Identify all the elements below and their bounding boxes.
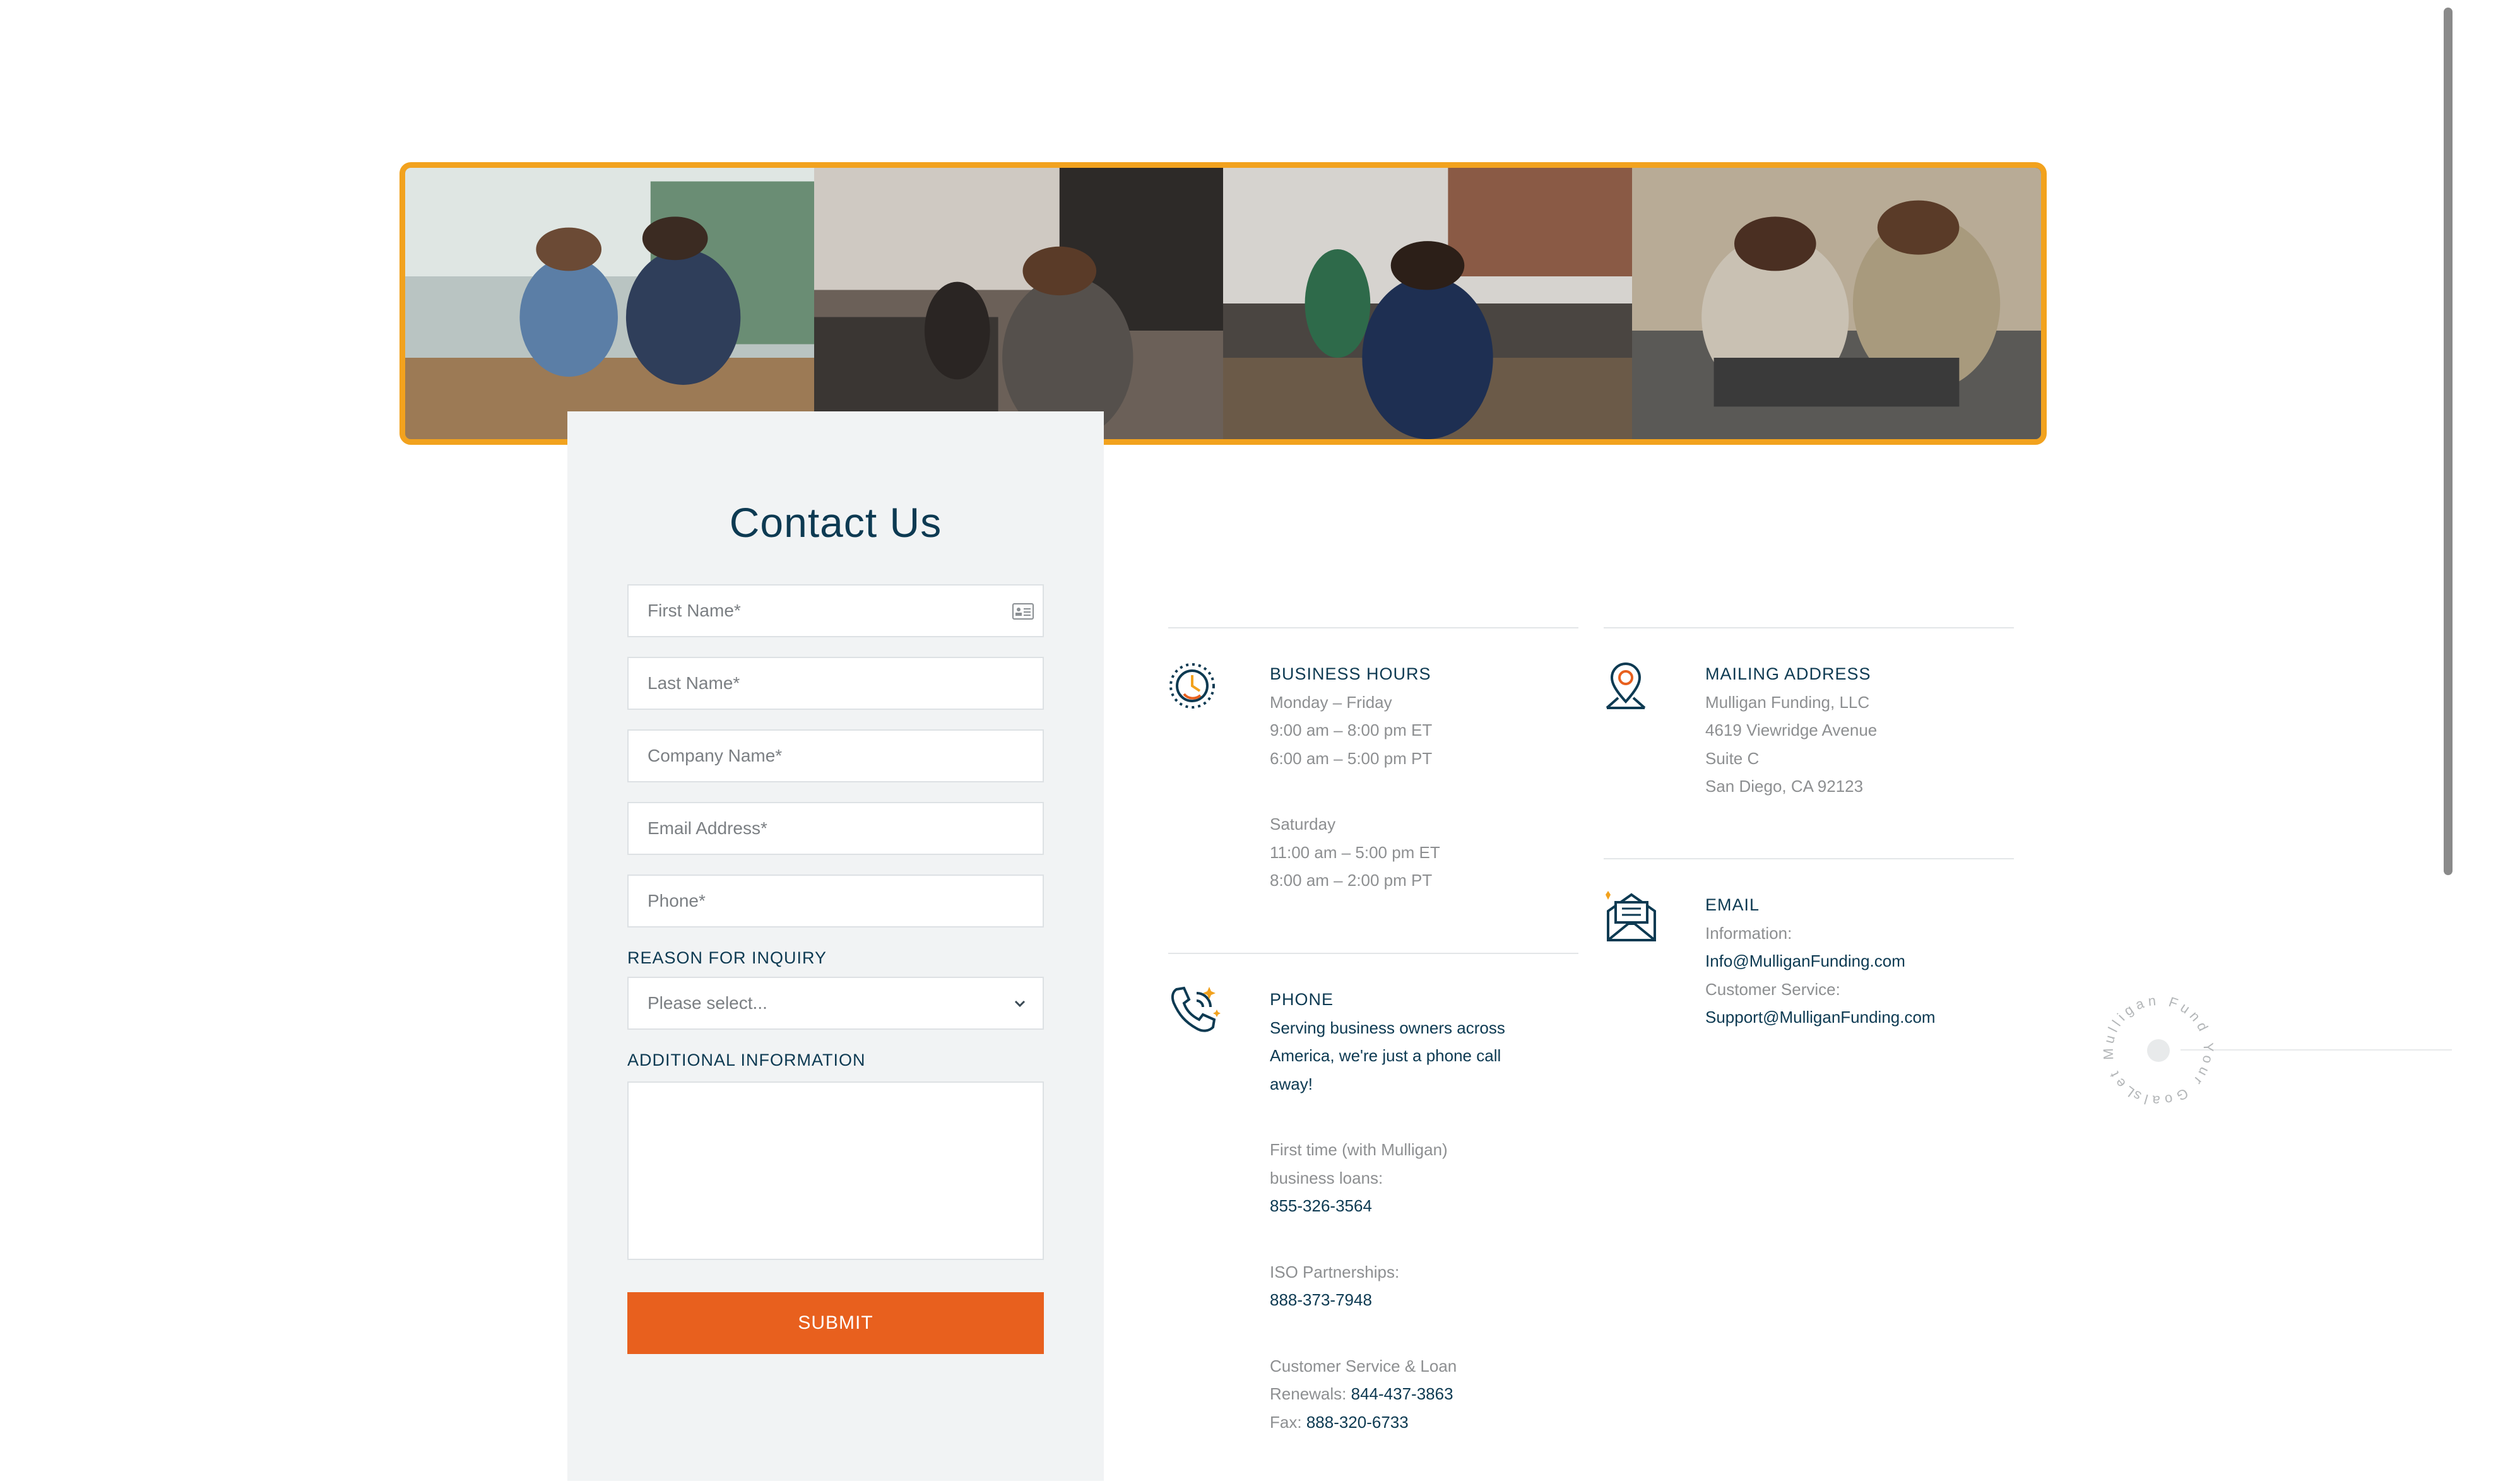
divider-mailing-top (1604, 627, 2014, 628)
reason-select-value: Please select... (648, 993, 767, 1013)
iso-label: ISO Partnerships: (1270, 1262, 1400, 1281)
last-name-field[interactable] (627, 657, 1044, 710)
fax-label: Fax: (1270, 1412, 1302, 1432)
hours-weekday-pt: 6:00 am – 5:00 pm PT (1270, 748, 1433, 768)
last-name-input[interactable] (648, 658, 1001, 709)
customer-service-phone-link[interactable]: 844-437-3863 (1351, 1384, 1453, 1403)
email-info-label: Information: (1705, 923, 1792, 943)
hours-saturday-pt: 8:00 am – 2:00 pm PT (1270, 871, 1433, 890)
hours-saturday: Saturday (1270, 815, 1336, 833)
phone-field[interactable] (627, 874, 1044, 928)
phone-heading: PHONE (1270, 990, 1334, 1009)
chevron-down-icon (1014, 1000, 1026, 1008)
email-input[interactable] (648, 803, 1001, 854)
fax-line: Fax: 888-320-6733 (1270, 1408, 1505, 1437)
clock-icon (1169, 663, 1215, 709)
envelope-icon (1606, 891, 1656, 941)
contact-form: Contact Us REASON FOR INQUIRY Please sel… (567, 411, 1104, 1481)
phone-input[interactable] (648, 876, 1001, 926)
banner-photo-cafe-owner (1223, 168, 1632, 439)
contact-card-icon (1012, 603, 1034, 620)
hours-weekday-et: 9:00 am – 8:00 pm ET (1270, 721, 1433, 739)
form-title: Contact Us (729, 499, 942, 546)
banner-photo-barista (814, 168, 1223, 439)
renewals-line: Renewals: 844-437-3863 (1270, 1380, 1505, 1408)
hours-saturday-et: 11:00 am – 5:00 pm ET (1270, 842, 1440, 862)
divider-phone-top (1168, 953, 1578, 954)
submit-button[interactable]: SUBMIT (627, 1292, 1044, 1354)
email-field[interactable] (627, 802, 1044, 855)
phone-icon (1171, 986, 1221, 1032)
additional-info-label: ADDITIONAL INFORMATION (627, 1051, 866, 1069)
location-pin-icon (1606, 662, 1646, 709)
fax-number[interactable]: 888-320-6733 (1306, 1413, 1409, 1432)
hero-banner (399, 162, 2047, 445)
mailing-address-heading: MAILING ADDRESS (1705, 664, 1871, 683)
hours-weekday: Monday – Friday (1270, 692, 1392, 712)
company-name-field[interactable] (627, 729, 1044, 782)
first-time-label-line1: First time (with Mulligan) (1270, 1140, 1448, 1159)
reason-select[interactable]: Please select... (627, 977, 1044, 1030)
scrollbar-thumb[interactable] (2444, 8, 2453, 875)
mailing-city: San Diego, CA 92123 (1705, 777, 1864, 796)
iso-phone-link[interactable]: 888-373-7948 (1270, 1286, 1505, 1314)
phone-tagline-line2: America, we're just a phone call (1270, 1046, 1501, 1065)
mailing-address-block: MAILING ADDRESS Mulligan Funding, LLC 46… (1705, 660, 1877, 801)
mailing-suite: Suite C (1705, 748, 1760, 768)
first-time-phone-link[interactable]: 855-326-3564 (1270, 1192, 1505, 1220)
additional-info-textarea[interactable] (627, 1081, 1044, 1260)
email-info-link[interactable]: Info@MulliganFunding.com (1705, 947, 1936, 975)
rotating-badge: Let Mulligan Fund Your Goals (2089, 981, 2228, 1120)
first-name-input[interactable] (648, 586, 1001, 636)
email-cs-link[interactable]: Support@MulliganFunding.com (1705, 1003, 1936, 1032)
reason-label: REASON FOR INQUIRY (627, 948, 827, 967)
business-hours-block: BUSINESS HOURS Monday – Friday 9:00 am –… (1270, 660, 1440, 895)
business-hours-heading: BUSINESS HOURS (1270, 664, 1431, 683)
divider-hours-top (1168, 627, 1578, 628)
email-block: EMAIL Information: Info@MulliganFunding.… (1705, 891, 1936, 1032)
company-name-input[interactable] (648, 731, 1001, 781)
mailing-street: 4619 Viewridge Avenue (1705, 721, 1878, 739)
phone-tagline-line1: Serving business owners across (1270, 1018, 1505, 1037)
first-time-label-line2: business loans: (1270, 1168, 1383, 1187)
banner-photo-mechanics (1632, 168, 2041, 439)
banner-photo-shop-owners (405, 168, 814, 439)
first-name-field[interactable] (627, 584, 1044, 637)
customer-service-label: Customer Service & Loan (1270, 1356, 1457, 1375)
divider-email-top (1604, 858, 2014, 859)
email-heading: EMAIL (1705, 895, 1760, 914)
mailing-company: Mulligan Funding, LLC (1705, 692, 1870, 712)
phone-tagline-line3: away! (1270, 1074, 1313, 1093)
phone-block: PHONE Serving business owners across Ame… (1270, 986, 1505, 1436)
renewals-label: Renewals: (1270, 1384, 1347, 1403)
email-cs-label: Customer Service: (1705, 979, 1840, 999)
